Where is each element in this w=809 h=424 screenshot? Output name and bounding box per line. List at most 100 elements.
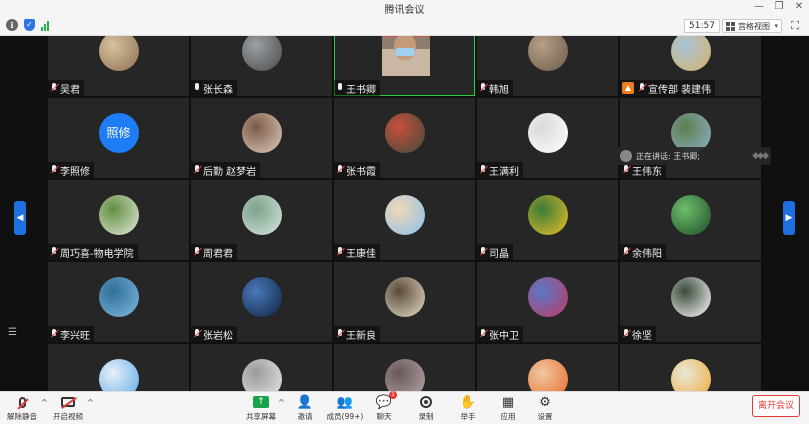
participant-nameplate: 王书卿 bbox=[334, 80, 380, 96]
record-button[interactable]: 录制 bbox=[406, 394, 446, 422]
participant-tile[interactable] bbox=[48, 344, 189, 391]
participant-nameplate: 后勤 赵梦岩 bbox=[191, 162, 261, 178]
shield-icon[interactable]: ✓ bbox=[24, 19, 35, 31]
participant-tile[interactable]: 徐坚 bbox=[620, 262, 761, 342]
mic-muted-icon bbox=[479, 329, 487, 339]
chat-button[interactable]: 💬 1 聊天 bbox=[364, 391, 404, 422]
participant-nameplate: 李照修 bbox=[48, 162, 94, 178]
share-screen-icon: ↑ bbox=[253, 396, 269, 408]
participant-nameplate: 吴君 bbox=[48, 80, 84, 96]
participant-name: 王书卿 bbox=[346, 84, 376, 96]
apps-icon: ▦ bbox=[501, 394, 515, 410]
participant-tile[interactable]: 后勤 赵梦岩 bbox=[191, 98, 332, 178]
minimize-icon[interactable]: — bbox=[753, 1, 765, 13]
next-page-button[interactable]: ▶ bbox=[783, 201, 795, 235]
participant-tile[interactable]: 照修 李照修 bbox=[48, 98, 189, 178]
leave-meeting-button[interactable]: 离开会议 bbox=[752, 395, 800, 417]
participant-name: 王新良 bbox=[346, 330, 376, 342]
raise-hand-button[interactable]: ✋ 举手 bbox=[448, 394, 488, 422]
participant-tile[interactable]: 周君君 bbox=[191, 180, 332, 260]
network-signal-icon[interactable] bbox=[41, 20, 49, 31]
participant-nameplate: 司晶 bbox=[477, 244, 513, 260]
chat-badge: 1 bbox=[389, 391, 397, 399]
participant-avatar bbox=[670, 359, 711, 391]
participant-nameplate: 周君君 bbox=[191, 244, 237, 260]
participant-avatar bbox=[241, 195, 282, 235]
participant-avatar bbox=[98, 36, 139, 71]
participant-tile[interactable]: ▲ 宣传部 裴建伟 bbox=[620, 36, 761, 96]
mic-icon bbox=[193, 83, 201, 93]
restore-icon[interactable]: ❐ bbox=[773, 1, 785, 13]
participant-name: 徐坚 bbox=[632, 330, 652, 342]
status-icons: i ✓ bbox=[6, 19, 49, 31]
participant-nameplate: 王新良 bbox=[334, 326, 380, 342]
participant-tile[interactable]: 吴君 bbox=[48, 36, 189, 96]
participant-avatar bbox=[527, 277, 568, 317]
participant-tile[interactable] bbox=[191, 344, 332, 391]
participant-tile[interactable]: 王书卿 bbox=[334, 36, 475, 96]
participant-avatar bbox=[98, 195, 139, 235]
title-bar: 腾讯会议 — ❐ ✕ bbox=[0, 0, 809, 16]
camera-off-icon bbox=[61, 397, 75, 407]
participant-tile[interactable]: 周巧喜-物电学院 bbox=[48, 180, 189, 260]
participant-avatar bbox=[527, 359, 568, 391]
participant-tile[interactable]: 王满利 bbox=[477, 98, 618, 178]
fullscreen-icon[interactable]: ⛶ bbox=[789, 20, 801, 32]
participant-tile[interactable]: 张书霞 bbox=[334, 98, 475, 178]
participant-name: 王满利 bbox=[489, 166, 519, 178]
chat-icon: 💬 1 bbox=[375, 391, 397, 410]
unmute-button[interactable]: 解除静音 bbox=[2, 394, 42, 422]
participant-nameplate: 张长森 bbox=[191, 80, 237, 96]
participant-name: 王康佳 bbox=[346, 248, 376, 260]
participant-tile[interactable]: 李兴旺 bbox=[48, 262, 189, 342]
participant-tile[interactable]: 张中卫 bbox=[477, 262, 618, 342]
participant-avatar bbox=[241, 36, 282, 71]
participant-avatar bbox=[670, 195, 711, 235]
start-video-button[interactable]: 开启视频 bbox=[48, 394, 88, 422]
participant-nameplate: ▲ 宣传部 裴建伟 bbox=[620, 80, 716, 96]
participant-tile[interactable]: 韩旭 bbox=[477, 36, 618, 96]
participant-tile[interactable]: 张长森 bbox=[191, 36, 332, 96]
mic-muted-icon bbox=[193, 329, 201, 339]
add-user-icon: 👤 bbox=[296, 394, 314, 410]
participant-tile[interactable]: 张岩松 bbox=[191, 262, 332, 342]
participant-name: 张岩松 bbox=[203, 330, 233, 342]
participant-name: 余伟阳 bbox=[632, 248, 662, 260]
participant-tile[interactable]: 王康佳 bbox=[334, 180, 475, 260]
close-icon[interactable]: ✕ bbox=[793, 1, 805, 13]
mic-muted-icon bbox=[622, 329, 630, 339]
list-view-icon[interactable]: ☰ bbox=[8, 328, 20, 338]
mic-muted-icon bbox=[336, 165, 344, 175]
participant-tile[interactable] bbox=[477, 344, 618, 391]
participant-tile[interactable] bbox=[334, 344, 475, 391]
participant-avatar bbox=[384, 195, 425, 235]
participant-tile[interactable] bbox=[620, 344, 761, 391]
participant-tile[interactable]: 司晶 bbox=[477, 180, 618, 260]
participant-tile[interactable]: 王新良 bbox=[334, 262, 475, 342]
audio-options-caret[interactable]: ^ bbox=[41, 398, 48, 407]
view-mode-button[interactable]: 宫格视图 ▾ bbox=[722, 19, 782, 33]
participant-tile[interactable]: 王伟东 bbox=[620, 98, 761, 178]
participant-avatar bbox=[384, 113, 425, 153]
apps-button[interactable]: ▦ 应用 bbox=[488, 394, 528, 422]
mic-muted-icon bbox=[193, 247, 201, 257]
share-options-caret[interactable]: ^ bbox=[278, 398, 285, 407]
mic-muted-icon bbox=[479, 165, 487, 175]
participant-avatar bbox=[670, 36, 711, 71]
participant-nameplate: 张书霞 bbox=[334, 162, 380, 178]
participant-name: 张中卫 bbox=[489, 330, 519, 342]
record-icon bbox=[420, 396, 432, 408]
participant-nameplate: 周巧喜-物电学院 bbox=[48, 244, 138, 260]
participant-nameplate: 韩旭 bbox=[477, 80, 513, 96]
mic-muted-icon bbox=[336, 247, 344, 257]
participant-name: 司晶 bbox=[489, 248, 509, 260]
invite-button[interactable]: 👤 邀请 bbox=[285, 394, 325, 422]
info-icon[interactable]: i bbox=[6, 19, 18, 31]
prev-page-button[interactable]: ◀ bbox=[14, 201, 26, 235]
video-options-caret[interactable]: ^ bbox=[87, 398, 94, 407]
participant-avatar bbox=[98, 359, 139, 391]
settings-button[interactable]: ⚙ 设置 bbox=[525, 394, 565, 422]
members-button[interactable]: 👥 成员(99+) bbox=[325, 394, 365, 422]
participant-tile[interactable]: 余伟阳 bbox=[620, 180, 761, 260]
share-screen-button[interactable]: ↑ 共享屏幕 bbox=[241, 394, 281, 422]
